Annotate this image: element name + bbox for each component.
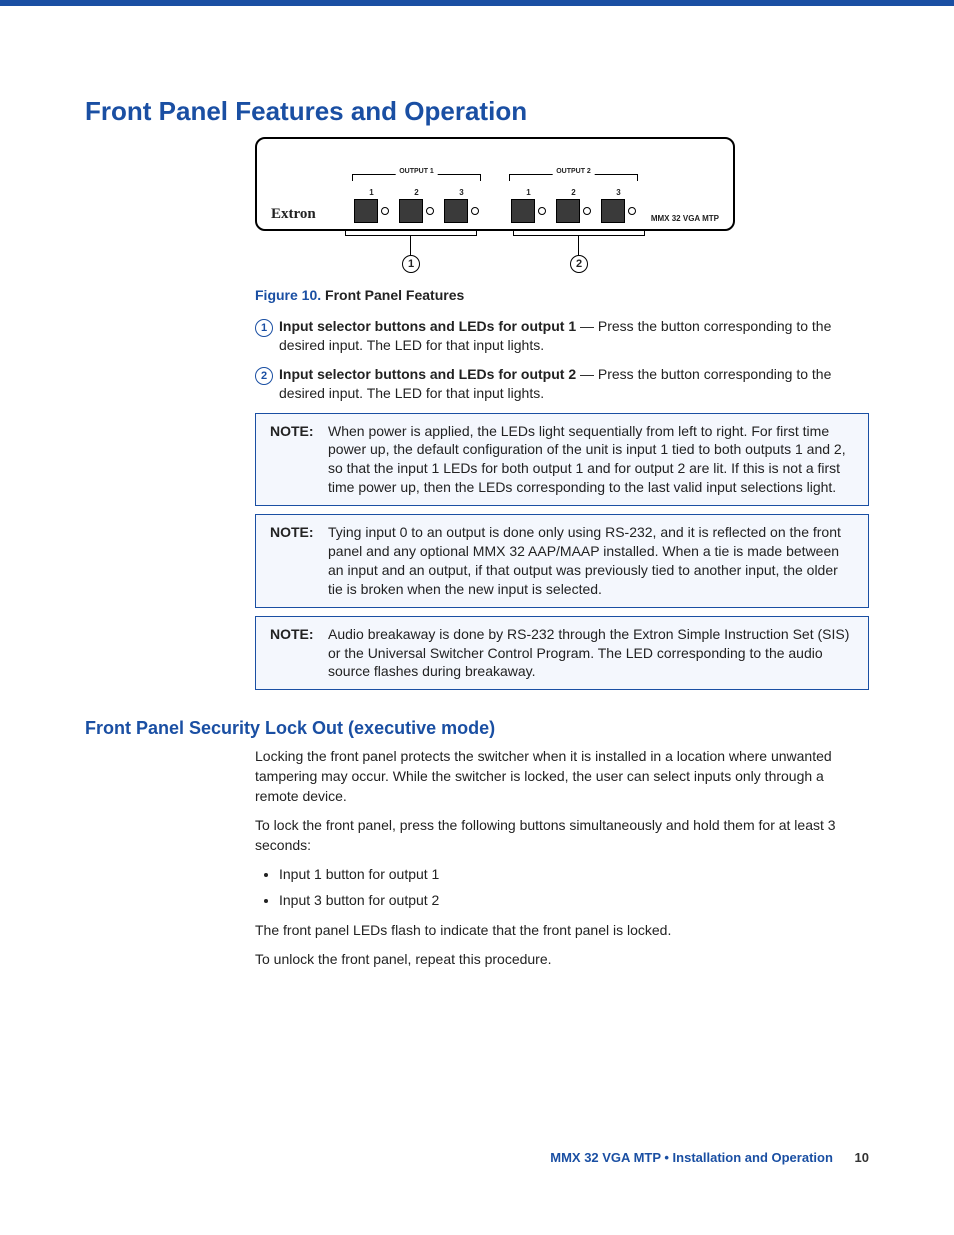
footer-title: MMX 32 VGA MTP • Installation and Operat… (550, 1150, 833, 1165)
brand-label: Extron (271, 206, 316, 223)
led-icon (381, 207, 389, 215)
top-accent-bar (0, 0, 954, 6)
note-text: Tying input 0 to an output is done only … (328, 523, 854, 599)
figure-label: Figure 10. (255, 287, 321, 303)
paragraph: Locking the front panel protects the swi… (255, 747, 869, 806)
model-label: MMX 32 VGA MTP (651, 214, 719, 223)
circled-number-icon: 1 (255, 317, 279, 355)
page-content: Front Panel Features and Operation Extro… (0, 96, 954, 1225)
led-icon (628, 207, 636, 215)
figure-title: Front Panel Features (325, 287, 464, 303)
output-2-group: OUTPUT 2 1 2 3 (505, 174, 642, 225)
button-number: 1 (511, 188, 546, 197)
button-groups: OUTPUT 1 1 2 3 (348, 174, 642, 225)
front-panel-diagram: Extron MMX 32 VGA MTP OUTPUT 1 1 2 (255, 137, 735, 279)
note-label: NOTE: (270, 422, 328, 498)
group-bracket (352, 174, 481, 181)
note-text: Audio breakaway is done by RS-232 throug… (328, 625, 854, 682)
button-number: 2 (556, 188, 591, 197)
led-icon (583, 207, 591, 215)
led-icon (426, 207, 434, 215)
input-button[interactable] (511, 199, 535, 223)
figure-caption: Figure 10. Front Panel Features (255, 287, 869, 303)
group-bracket (509, 174, 638, 181)
led-icon (471, 207, 479, 215)
button-unit: 2 (399, 188, 434, 223)
output-1-group: OUTPUT 1 1 2 3 (348, 174, 485, 225)
group-label: OUTPUT 1 (395, 168, 438, 175)
group-label: OUTPUT 2 (552, 168, 595, 175)
leader-bracket (345, 229, 477, 236)
button-number: 2 (399, 188, 434, 197)
button-row: 1 2 3 (511, 188, 636, 223)
paragraph: To unlock the front panel, repeat this p… (255, 950, 869, 970)
leader-line (410, 235, 411, 255)
callout-leaders: 1 2 (255, 229, 735, 279)
input-button[interactable] (601, 199, 625, 223)
button-unit: 3 (601, 188, 636, 223)
note-label: NOTE: (270, 625, 328, 682)
list-item: Input 1 button for output 1 (279, 865, 869, 885)
button-unit: 3 (444, 188, 479, 223)
callout-text: Input selector buttons and LEDs for outp… (279, 365, 869, 403)
callout-item-2: 2 Input selector buttons and LEDs for ou… (255, 365, 869, 403)
button-unit: 2 (556, 188, 591, 223)
list-item: Input 3 button for output 2 (279, 891, 869, 911)
circled-number-icon: 2 (255, 365, 279, 403)
button-number: 1 (354, 188, 389, 197)
note-text: When power is applied, the LEDs light se… (328, 422, 854, 498)
paragraph: To lock the front panel, press the follo… (255, 816, 869, 855)
input-button[interactable] (399, 199, 423, 223)
page-number: 10 (855, 1150, 869, 1165)
main-heading: Front Panel Features and Operation (85, 96, 869, 127)
note-box: NOTE: Audio breakaway is done by RS-232 … (255, 616, 869, 691)
leader-line (578, 235, 579, 255)
sub-heading: Front Panel Security Lock Out (executive… (85, 718, 869, 739)
note-box: NOTE: Tying input 0 to an output is done… (255, 514, 869, 608)
device-panel: Extron MMX 32 VGA MTP OUTPUT 1 1 2 (255, 137, 735, 231)
note-label: NOTE: (270, 523, 328, 599)
button-row: 1 2 3 (354, 188, 479, 223)
led-icon (538, 207, 546, 215)
button-number: 3 (444, 188, 479, 197)
callout-label-1: 1 (402, 255, 420, 273)
page-footer: MMX 32 VGA MTP • Installation and Operat… (85, 1150, 869, 1165)
button-number: 3 (601, 188, 636, 197)
callout-item-1: 1 Input selector buttons and LEDs for ou… (255, 317, 869, 355)
note-box: NOTE: When power is applied, the LEDs li… (255, 413, 869, 507)
button-unit: 1 (354, 188, 389, 223)
input-button[interactable] (444, 199, 468, 223)
lockout-section: Locking the front panel protects the swi… (255, 747, 869, 969)
callout-label-2: 2 (570, 255, 588, 273)
input-button[interactable] (556, 199, 580, 223)
input-button[interactable] (354, 199, 378, 223)
button-unit: 1 (511, 188, 546, 223)
callout-text: Input selector buttons and LEDs for outp… (279, 317, 869, 355)
bullet-list: Input 1 button for output 1 Input 3 butt… (255, 865, 869, 910)
paragraph: The front panel LEDs flash to indicate t… (255, 921, 869, 941)
leader-bracket (513, 229, 645, 236)
